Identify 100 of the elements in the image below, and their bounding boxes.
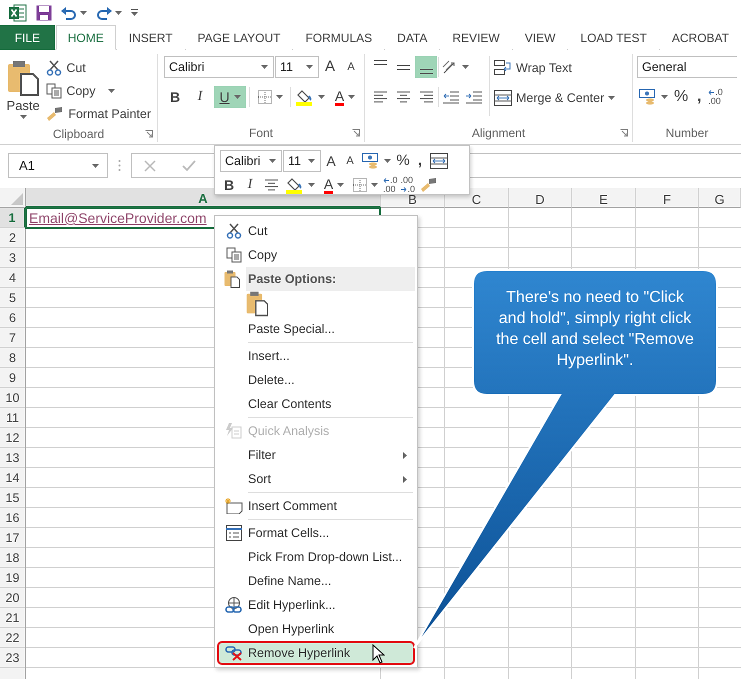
format-painter-button[interactable]: Format Painter [46, 102, 151, 125]
font-name-field[interactable]: Calibri [164, 56, 274, 78]
merge-cells-icon [494, 90, 512, 106]
clipboard-icon [246, 291, 268, 317]
caret-icon [269, 159, 276, 163]
column-header[interactable]: E [572, 188, 636, 208]
paste-button[interactable]: Paste [6, 56, 40, 125]
shrink-font-button[interactable]: A [341, 150, 359, 172]
comment-icon [224, 498, 242, 514]
menu-item[interactable]: Format Cells... [217, 521, 415, 545]
scissors-icon [46, 60, 62, 76]
copy-button[interactable]: Copy [46, 79, 151, 102]
menu-section-header: Paste Options: [246, 267, 415, 291]
align-center-icon [396, 90, 410, 104]
menu-item[interactable]: Insert... [217, 344, 415, 368]
ribbon-tab[interactable]: HOME [56, 25, 116, 50]
dialog-launcher-icon [352, 129, 360, 137]
align-lines-icon [396, 64, 410, 70]
copy-icon [46, 82, 62, 98]
decrease-indent-icon [443, 90, 459, 104]
column-header[interactable]: F [636, 188, 699, 208]
quick-analysis-icon [226, 423, 242, 439]
align-lines-icon [374, 60, 386, 65]
right-arrow-icon [400, 187, 407, 192]
menu-item[interactable]: Define Name... [217, 569, 415, 593]
column-header[interactable]: G [699, 188, 741, 208]
font-size-field[interactable]: 11 [275, 56, 319, 78]
align-left-icon [372, 90, 388, 104]
caret-icon [348, 95, 356, 99]
font-size-field[interactable]: 11 [283, 150, 321, 172]
dialog-launcher-icon [145, 130, 153, 138]
menu-item[interactable]: Delete... [217, 368, 415, 392]
currency-icon [639, 89, 657, 105]
comma-button[interactable]: , [413, 150, 427, 172]
caret-icon [108, 88, 115, 92]
comma-button[interactable]: , [692, 86, 706, 108]
menu-item[interactable]: Insert Comment [217, 494, 415, 518]
caret-icon [261, 65, 268, 69]
menu-item[interactable]: Filter [217, 443, 415, 467]
decimal-text: .0 [390, 176, 398, 185]
redo-icon [96, 6, 112, 20]
merge-center-button[interactable]: Merge & Center [494, 86, 616, 109]
file-tab[interactable]: FILE [0, 25, 55, 50]
row-header[interactable]: 1 [0, 208, 26, 228]
cut-button[interactable]: Cut [46, 56, 151, 79]
grow-font-button[interactable]: A [322, 150, 340, 172]
caret-icon [92, 164, 99, 168]
caret-icon [462, 65, 469, 69]
menu-item[interactable]: Cut [217, 219, 415, 243]
group-label: Number [666, 126, 708, 140]
caret-icon [384, 159, 391, 163]
save-icon[interactable] [36, 2, 52, 22]
align-right-icon [418, 90, 434, 104]
caret-icon [306, 65, 313, 69]
menu-item[interactable]: Open Hyperlink [217, 617, 415, 641]
wrap-text-icon [494, 60, 512, 76]
mouse-pointer-icon [372, 644, 385, 664]
borders-icon [258, 90, 272, 104]
copy-icon [226, 247, 242, 263]
percent-button[interactable]: % [394, 150, 412, 172]
paste-option-button[interactable] [246, 291, 268, 317]
group-label: Clipboard [52, 126, 104, 140]
caret-icon [115, 10, 122, 14]
menu-item[interactable]: Remove Hyperlink [217, 641, 415, 665]
excel-logo-icon[interactable] [9, 2, 27, 22]
increase-decimal-button[interactable]: .0 .00 [708, 86, 723, 108]
close-icon [144, 160, 156, 172]
italic-button[interactable]: I [189, 86, 211, 108]
number-format-field[interactable]: General [637, 56, 737, 78]
caret-icon [308, 159, 315, 163]
menu-item[interactable]: Copy [217, 243, 415, 267]
left-arrow-icon [708, 90, 714, 95]
underline-button[interactable]: U [214, 86, 246, 108]
grow-font-button[interactable]: A [320, 56, 340, 78]
menu-item[interactable]: Pick From Drop-down List... [217, 545, 415, 569]
caret-icon [661, 95, 668, 99]
caret-icon [80, 10, 87, 14]
fill-color-icon [296, 88, 314, 106]
caret-icon [318, 95, 325, 99]
menu-item[interactable]: Edit Hyperlink... [217, 593, 415, 617]
menu-item[interactable]: Paste Special... [217, 317, 415, 341]
shrink-font-button[interactable]: A [341, 56, 361, 78]
caret-icon [20, 115, 27, 119]
decimal-text: .00 [383, 185, 396, 194]
font-name-field[interactable]: Calibri [220, 150, 282, 172]
menu-item[interactable]: Clear Contents [217, 392, 415, 416]
bold-button[interactable]: B [164, 86, 186, 108]
merge-cells-icon [430, 153, 448, 169]
name-box[interactable]: A1 [8, 153, 108, 178]
font-color-button[interactable]: A [330, 86, 360, 108]
menu-item[interactable]: Sort [217, 467, 415, 491]
column-header[interactable]: D [509, 188, 572, 208]
format-cells-icon [226, 525, 242, 541]
left-arrow-icon [383, 178, 389, 183]
merge-cells-button[interactable] [428, 150, 450, 172]
percent-button[interactable]: % [672, 86, 690, 108]
fill-color-icon [286, 176, 304, 194]
decimal-text: .00 [400, 176, 414, 185]
vertical-align-button[interactable] [415, 56, 437, 78]
wrap-text-button[interactable]: Wrap Text [494, 56, 616, 79]
